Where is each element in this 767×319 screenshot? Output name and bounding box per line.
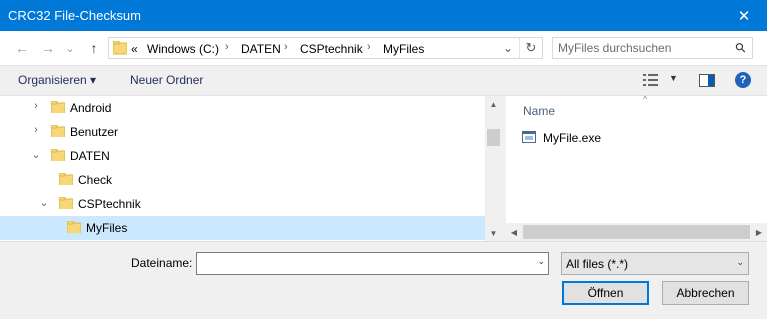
folder-icon — [51, 125, 65, 137]
help-button[interactable]: ? — [735, 72, 751, 88]
arrow-right-icon: → — [41, 40, 55, 56]
search-box[interactable]: MyFiles durchsuchen ⚲ — [552, 37, 753, 59]
scroll-left-button[interactable]: ◀ — [506, 223, 522, 241]
chevron-down-icon: ▼ — [669, 73, 678, 83]
window-title: CRC32 File-Checksum — [8, 8, 141, 23]
arrow-left-icon: ← — [15, 40, 29, 56]
tree-item-myfiles[interactable]: MyFiles — [0, 216, 485, 240]
tree-item-csptechnik[interactable]: ⌄ CSPtechnik — [0, 192, 485, 216]
refresh-button[interactable]: ↻ — [519, 38, 542, 58]
scroll-down-button[interactable]: ▼ — [485, 225, 502, 241]
scrollbar-thumb[interactable] — [523, 225, 750, 239]
chevron-left-icon: ◀ — [510, 227, 518, 237]
breadcrumb-separator[interactable]: › — [367, 41, 371, 53]
preview-pane-icon — [699, 74, 715, 87]
view-options-button[interactable]: ▼ — [643, 73, 681, 88]
chevron-right-icon[interactable]: › — [30, 124, 42, 136]
file-list-horizontal-scrollbar[interactable]: ◀ ▶ — [506, 223, 767, 241]
filename-label: Dateiname: — [131, 256, 193, 270]
preview-pane-button[interactable] — [699, 74, 715, 88]
chevron-down-icon[interactable]: ⌄ — [38, 196, 50, 209]
filename-input[interactable]: ⌄ — [196, 252, 549, 275]
address-bar[interactable]: « Windows (C:) › DATEN › CSPtechnik › My… — [108, 37, 543, 59]
close-icon: ✕ — [737, 7, 751, 25]
open-button-label: Öffnen — [587, 286, 624, 300]
chevron-down-icon[interactable]: ⌄ — [537, 256, 545, 267]
cancel-button[interactable]: Abbrechen — [662, 281, 749, 305]
breadcrumb-daten[interactable]: DATEN — [241, 42, 281, 56]
address-dropdown-button[interactable]: ⌄ — [498, 38, 518, 58]
scroll-right-button[interactable]: ▶ — [751, 223, 767, 241]
file-type-select[interactable]: All files (*.*) ⌄ — [561, 252, 749, 275]
search-icon[interactable]: ⚲ — [732, 39, 750, 57]
up-button[interactable]: ↑ — [84, 38, 104, 58]
refresh-icon: ↻ — [525, 40, 537, 55]
back-button[interactable]: ← — [12, 38, 32, 58]
chevron-down-icon: ⌄ — [65, 42, 75, 55]
folder-icon — [67, 221, 81, 233]
breadcrumb-separator[interactable]: › — [284, 41, 288, 53]
arrow-up-icon: ↑ — [90, 40, 98, 56]
details-view-icon — [643, 74, 658, 86]
navigation-tree[interactable]: › Android › Benutzer ⌄ DATEN Check ⌄ CSP… — [0, 96, 485, 241]
file-item-label: MyFile.exe — [543, 131, 602, 145]
chevron-down-icon[interactable]: ⌄ — [30, 148, 42, 161]
chevron-up-icon: ▲ — [489, 99, 498, 109]
dialog-footer: Dateiname: ⌄ All files (*.*) ⌄ Öffnen Ab… — [0, 241, 767, 319]
tree-vertical-scrollbar[interactable]: ▲ ▼ — [485, 96, 502, 241]
tree-item-label: Benutzer — [70, 125, 119, 139]
executable-file-icon — [522, 131, 536, 143]
folder-icon — [59, 173, 73, 185]
tree-item-daten[interactable]: ⌄ DATEN — [0, 144, 485, 168]
tree-item-label: Android — [70, 101, 112, 115]
column-header-name[interactable]: Name — [523, 104, 555, 118]
file-list[interactable]: ^ Name MyFile.exe — [506, 94, 767, 223]
chevron-down-icon: ⌄ — [502, 41, 514, 55]
cancel-button-label: Abbrechen — [676, 286, 735, 300]
organize-menu-button[interactable]: Organisieren ▾ — [18, 73, 96, 87]
folder-icon — [59, 197, 73, 209]
chevron-right-icon[interactable]: › — [30, 100, 42, 112]
tree-item-label: DATEN — [70, 149, 110, 163]
scroll-up-button[interactable]: ▲ — [485, 96, 502, 112]
breadcrumb-windows-c[interactable]: Windows (C:) — [147, 42, 219, 56]
tree-item-label: MyFiles — [86, 221, 128, 235]
command-toolbar: Organisieren ▾ Neuer Ordner ▼ ? — [0, 65, 767, 96]
folder-icon — [51, 101, 65, 113]
tree-item-android[interactable]: › Android — [0, 96, 485, 120]
forward-button[interactable]: → — [38, 38, 58, 58]
tree-item-label: CSPtechnik — [78, 197, 141, 211]
recent-locations-button[interactable]: ⌄ — [62, 38, 78, 58]
tree-item-check[interactable]: Check — [0, 168, 485, 192]
chevron-down-icon: ▼ — [489, 228, 498, 238]
close-button[interactable]: ✕ — [721, 0, 767, 31]
open-button[interactable]: Öffnen — [562, 281, 649, 305]
breadcrumb-myfiles[interactable]: MyFiles — [383, 42, 424, 56]
folder-icon — [113, 41, 127, 55]
chevron-down-icon: ⌄ — [736, 257, 744, 267]
sort-ascending-icon: ^ — [643, 94, 648, 104]
breadcrumb-csptechnik[interactable]: CSPtechnik — [300, 42, 363, 56]
new-folder-button[interactable]: Neuer Ordner — [130, 73, 203, 87]
breadcrumb-overflow[interactable]: « — [131, 42, 138, 56]
search-placeholder: MyFiles durchsuchen — [558, 41, 672, 55]
scrollbar-thumb[interactable] — [487, 129, 500, 146]
tree-item-benutzer[interactable]: › Benutzer — [0, 120, 485, 144]
title-bar: CRC32 File-Checksum ✕ — [0, 0, 767, 31]
help-icon: ? — [739, 74, 747, 86]
tree-item-label: Check — [78, 173, 113, 187]
chevron-right-icon: ▶ — [755, 227, 763, 237]
breadcrumb-separator[interactable]: › — [225, 41, 229, 53]
folder-icon — [51, 149, 65, 161]
file-type-value: All files (*.*) — [566, 257, 629, 271]
